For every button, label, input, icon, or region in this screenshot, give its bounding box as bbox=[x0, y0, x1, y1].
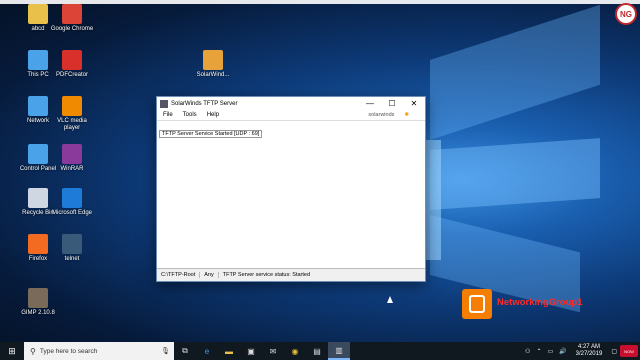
computer-icon bbox=[28, 50, 48, 70]
search-box[interactable]: ⚲ Type here to search 🎙 bbox=[24, 342, 174, 360]
search-placeholder: Type here to search bbox=[39, 347, 98, 355]
desktop-icon-label: Microsoft Edge bbox=[51, 210, 93, 216]
search-icon: ⚲ bbox=[30, 346, 36, 356]
network-icon bbox=[28, 96, 48, 116]
desktop-icon-label: Google Chrome bbox=[50, 26, 94, 32]
mouse-cursor bbox=[238, 210, 244, 217]
desktop-icon[interactable]: GIMP 2.10.8 bbox=[16, 288, 60, 317]
folder-icon bbox=[28, 4, 48, 24]
taskbar: ⊞ ⚲ Type here to search 🎙 ⧉ e ▬ ▣ ✉ ◉ ▤ … bbox=[0, 342, 640, 360]
desktop-icon[interactable]: VLC media player bbox=[50, 96, 94, 132]
mouse-cursor bbox=[387, 296, 393, 303]
photos-icon[interactable]: ▤ bbox=[306, 342, 328, 360]
desktop-icon-label: PDFCreator bbox=[55, 72, 88, 78]
notifications-icon[interactable]: ▢ bbox=[611, 348, 617, 355]
desktop-icon-label: GIMP 2.10.8 bbox=[21, 310, 55, 316]
menu-bar: File Tools Help solarwinds ✺ bbox=[157, 110, 425, 121]
desktop-icon[interactable]: SolarWind... bbox=[191, 50, 235, 79]
gimp-icon bbox=[28, 288, 48, 308]
chevron-up-icon[interactable]: ⌃ bbox=[536, 348, 541, 355]
watermark-text: NetworkingGroup1 bbox=[497, 297, 583, 308]
chrome-taskbar-icon[interactable]: ◉ bbox=[284, 342, 306, 360]
recycle-bin-icon bbox=[28, 188, 48, 208]
people-icon[interactable]: ⚇ bbox=[525, 348, 530, 355]
live-badge: NOW bbox=[620, 345, 638, 357]
status-root-folder: C:\TFTP-Root bbox=[157, 272, 201, 278]
status-allowed-ip: Any bbox=[200, 272, 219, 278]
desktop-icon-label: telnet bbox=[64, 256, 80, 262]
edge-taskbar-icon[interactable]: e bbox=[196, 342, 218, 360]
log-area[interactable]: TFTP Server Service Started [UDP : 69] bbox=[157, 122, 425, 266]
mail-icon[interactable]: ✉ bbox=[262, 342, 284, 360]
file-explorer-icon[interactable]: ▬ bbox=[218, 342, 240, 360]
status-bar: C:\TFTP-Root Any TFTP Server service sta… bbox=[157, 268, 425, 281]
desktop-icon-label: WinRAR bbox=[60, 166, 84, 172]
close-button[interactable]: ✕ bbox=[403, 97, 425, 110]
time: 4:27 AM bbox=[577, 344, 600, 350]
menu-tools[interactable]: Tools bbox=[183, 112, 197, 118]
clock[interactable]: 4:27 AM 3/27/2019 bbox=[576, 344, 603, 358]
edge-icon bbox=[62, 188, 82, 208]
log-line[interactable]: TFTP Server Service Started [UDP : 69] bbox=[159, 130, 263, 138]
app-icon bbox=[160, 99, 168, 108]
status-service: TFTP Server service status: Started bbox=[222, 272, 311, 278]
task-view-icon[interactable]: ⧉ bbox=[174, 342, 196, 360]
desktop-icon-label: SolarWind... bbox=[196, 72, 230, 78]
system-tray: ⚇ ⌃ ▭ 🔊 4:27 AM 3/27/2019 ▢ NOW bbox=[522, 344, 640, 358]
window-titlebar[interactable]: SolarWinds TFTP Server — ☐ ✕ bbox=[157, 97, 425, 110]
tftp-server-window[interactable]: SolarWinds TFTP Server — ☐ ✕ File Tools … bbox=[156, 96, 426, 282]
desktop-icon[interactable]: Microsoft Edge bbox=[50, 188, 94, 217]
menu-file[interactable]: File bbox=[163, 112, 173, 118]
maximize-button[interactable]: ☐ bbox=[381, 97, 403, 110]
control-panel-icon bbox=[28, 144, 48, 164]
window-title: SolarWinds TFTP Server bbox=[171, 100, 238, 107]
store-icon[interactable]: ▣ bbox=[240, 342, 262, 360]
microphone-icon[interactable]: 🎙 bbox=[161, 347, 170, 355]
desktop-icon[interactable]: WinRAR bbox=[50, 144, 94, 173]
video-top-bar bbox=[0, 0, 640, 4]
volume-icon[interactable]: 🔊 bbox=[559, 348, 566, 355]
date: 3/27/2019 bbox=[575, 351, 603, 357]
menu-help[interactable]: Help bbox=[207, 112, 219, 118]
desktop-icon[interactable]: Google Chrome bbox=[50, 4, 94, 33]
blogger-logo-icon bbox=[462, 289, 492, 319]
solarwinds-icon bbox=[203, 50, 223, 70]
network-tray-icon[interactable]: ▭ bbox=[547, 348, 553, 355]
pdf-icon bbox=[62, 50, 82, 70]
firefox-icon bbox=[28, 234, 48, 254]
channel-logo: NG bbox=[615, 3, 637, 25]
winrar-icon bbox=[62, 144, 82, 164]
solarwinds-logo: solarwinds ✺ bbox=[368, 112, 409, 118]
desktop-icon[interactable]: PDFCreator bbox=[50, 50, 94, 79]
tftp-taskbar-icon[interactable]: ▥ bbox=[328, 342, 350, 360]
start-button[interactable]: ⊞ bbox=[0, 342, 24, 360]
minimize-button[interactable]: — bbox=[359, 97, 381, 110]
telnet-icon bbox=[62, 234, 82, 254]
chrome-icon bbox=[62, 4, 82, 24]
vlc-icon bbox=[62, 96, 82, 116]
desktop-icon-label: VLC media player bbox=[57, 118, 87, 131]
desktop-icon[interactable]: telnet bbox=[50, 234, 94, 263]
